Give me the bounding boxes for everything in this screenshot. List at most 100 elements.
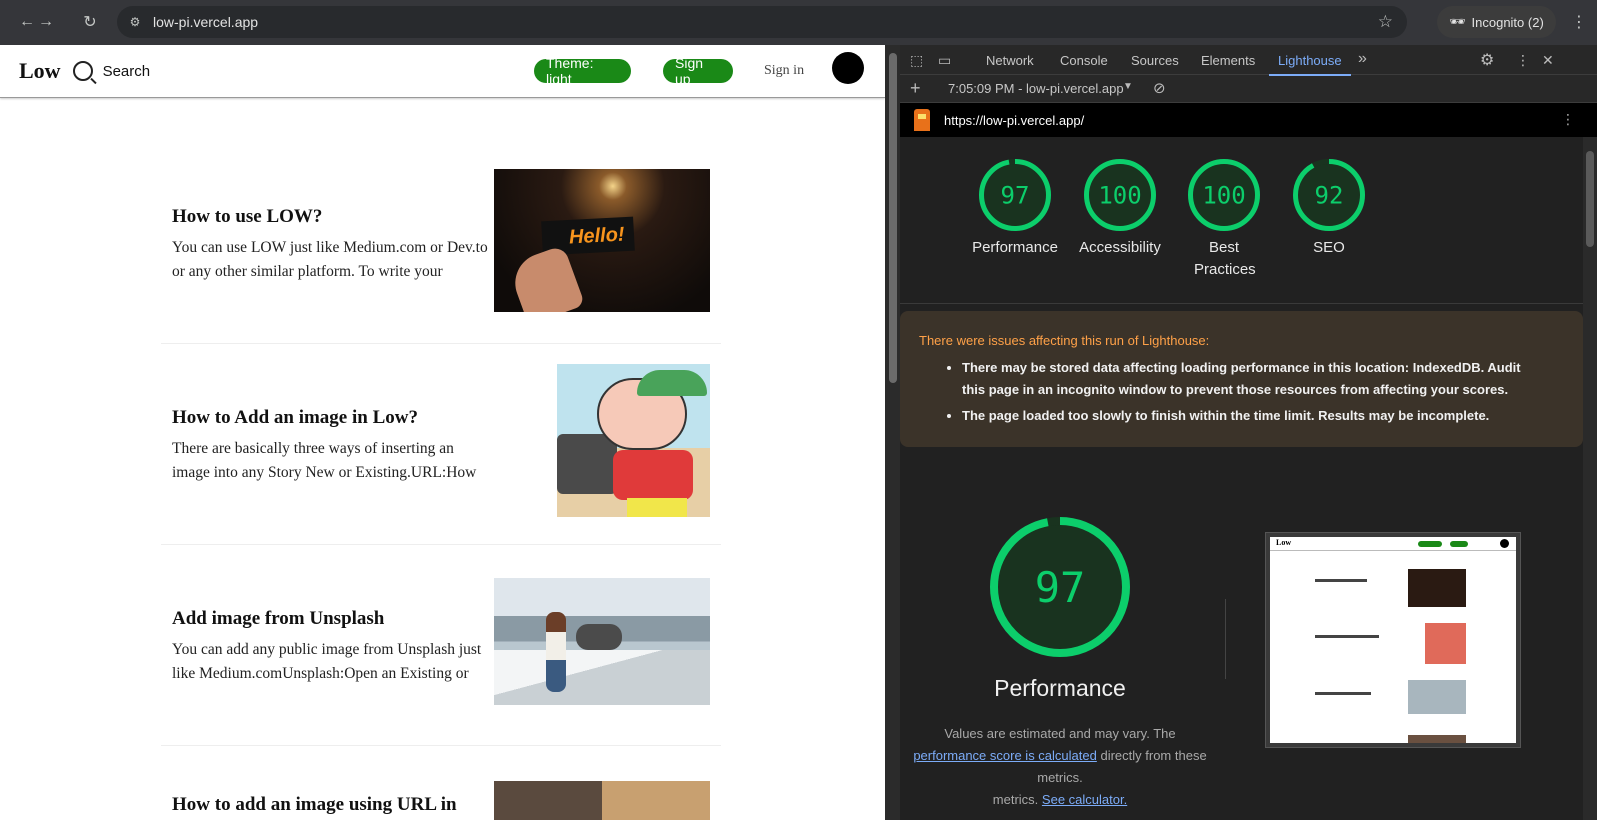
sea-wall <box>494 650 710 705</box>
preview-avatar <box>1500 539 1509 548</box>
gauge-value: 100 <box>1098 182 1141 210</box>
article-title[interactable]: How to use LOW? <box>172 206 322 228</box>
vertical-divider <box>1225 599 1226 679</box>
search-icon[interactable] <box>72 61 93 81</box>
browser-toolbar: ← → ↻ ⚙ low-pi.vercel.app ☆ 🕶 Incognito … <box>0 0 1597 45</box>
preview-logo: Low <box>1276 538 1292 547</box>
clear-icon[interactable]: ⊘ <box>1153 79 1166 97</box>
preview-item <box>1315 579 1367 582</box>
signin-link[interactable]: Sign in <box>764 63 804 79</box>
devtools-tabbar: ⬚ ▭ Network Console Sources Elements Lig… <box>900 45 1597 76</box>
preview-theme-pill <box>1418 541 1442 547</box>
article-thumbnail[interactable] <box>557 364 710 517</box>
see-calculator-link[interactable]: See calculator. <box>1042 792 1127 807</box>
article-excerpt: You can use LOW just like Medium.com or … <box>172 239 488 280</box>
address-bar[interactable]: ⚙ low-pi.vercel.app ☆ <box>117 6 1407 38</box>
performance-description: Values are estimated and may vary. The p… <box>900 723 1220 811</box>
score-gauge-ring: 92 <box>1293 159 1365 231</box>
score-gauge-label: Best Practices <box>1194 239 1256 278</box>
article-thumbnail[interactable] <box>494 781 710 820</box>
lighthouse-icon <box>914 109 930 131</box>
article-card[interactable]: How to Add an image in Low? There are ba… <box>161 344 721 545</box>
performance-gauge[interactable]: 97 <box>990 517 1130 662</box>
dropdown-icon[interactable]: ▼ <box>1123 81 1133 92</box>
lighthouse-report: 97 Performance 100 Accessibility 100 Best Pra… <box>900 137 1583 820</box>
score-gauge-label: Accessibility <box>1079 239 1161 256</box>
article-title[interactable]: How to Add an image in Low? <box>172 407 418 429</box>
add-icon[interactable]: + <box>910 78 921 99</box>
warning-item: The page loaded too slowly to finish wit… <box>962 405 1542 427</box>
signup-button[interactable]: Sign up <box>663 55 733 87</box>
article-card[interactable]: Add image from Unsplash You can add any … <box>161 545 721 746</box>
page-scrollbar[interactable] <box>885 45 900 820</box>
avatar[interactable] <box>832 52 864 84</box>
preview-page: Low <box>1270 537 1516 743</box>
score-gauge[interactable]: 100 Best Practices <box>1174 159 1274 281</box>
preview-item <box>1315 635 1379 638</box>
browser-menu-icon[interactable]: ⋮ <box>1571 12 1587 32</box>
page-scrollbar-thumb[interactable] <box>889 53 897 383</box>
bookmark-star-icon[interactable]: ☆ <box>1378 12 1393 32</box>
article-thumbnail[interactable] <box>494 578 710 705</box>
preview-header: Low <box>1270 537 1516 551</box>
page-screenshot-preview[interactable]: Low <box>1265 532 1521 748</box>
hello-sign-text: Hello! <box>568 223 626 249</box>
device-toolbar-icon[interactable]: ▭ <box>938 52 951 69</box>
score-gauge-ring: 100 <box>1084 159 1156 231</box>
hand-shape <box>506 244 586 312</box>
tab-elements[interactable]: Elements <box>1201 53 1255 68</box>
tab-sources[interactable]: Sources <box>1131 53 1179 68</box>
page-viewport: Low Search Theme: light Sign up Sign in … <box>0 45 885 820</box>
score-gauge[interactable]: 100 Accessibility <box>1070 159 1170 259</box>
person-shape <box>546 612 566 692</box>
gauge-value: 92 <box>1315 182 1344 210</box>
preview-item <box>1315 692 1371 695</box>
more-tabs-icon[interactable]: » <box>1358 50 1367 68</box>
search-label[interactable]: Search <box>103 63 151 80</box>
article-card[interactable]: How to add an image using URL in <box>161 746 721 820</box>
theme-toggle-button[interactable]: Theme: light <box>534 55 631 87</box>
article-card[interactable]: How to use LOW? You can use LOW just lik… <box>161 98 721 344</box>
forward-icon[interactable]: → <box>35 11 57 33</box>
incognito-icon: 🕶 <box>1449 14 1466 29</box>
close-icon[interactable]: ✕ <box>1542 52 1554 69</box>
preview-thumb <box>1408 680 1466 714</box>
article-thumbnail[interactable]: Hello! <box>494 169 710 312</box>
score-gauge-ring: 100 <box>1188 159 1260 231</box>
character-shorts <box>627 498 687 517</box>
incognito-badge[interactable]: 🕶 Incognito (2) <box>1437 6 1556 38</box>
site-info-icon[interactable]: ⚙ <box>125 12 145 32</box>
score-calculated-link[interactable]: performance score is calculated <box>913 748 1097 763</box>
score-gauge[interactable]: 97 Performance <box>965 159 1065 259</box>
preview-thumb <box>1425 623 1466 664</box>
tab-network[interactable]: Network <box>986 53 1034 68</box>
tab-console[interactable]: Console <box>1060 53 1108 68</box>
article-title[interactable]: How to add an image using URL in <box>172 794 457 816</box>
report-menu-icon[interactable]: ⋮ <box>1561 111 1575 128</box>
devtools-menu-icon[interactable]: ⋮ <box>1516 52 1530 69</box>
preview-thumb <box>1408 735 1466 743</box>
character-shirt <box>613 450 693 500</box>
warning-box: There were issues affecting this run of … <box>900 311 1583 447</box>
site-header: Low Search Theme: light Sign up Sign in <box>0 45 885 98</box>
article-excerpt: You can add any public image from Unspla… <box>172 641 482 682</box>
dog-shape <box>576 624 622 650</box>
settings-icon[interactable]: ⚙ <box>1480 50 1494 70</box>
article-title[interactable]: Add image from Unsplash <box>172 608 384 630</box>
divider <box>900 303 1583 304</box>
inspect-element-icon[interactable]: ⬚ <box>910 52 923 69</box>
run-selector[interactable]: 7:05:09 PM - low-pi.vercel.app <box>948 81 1124 96</box>
character-cap <box>637 370 707 396</box>
score-gauge[interactable]: 92 SEO <box>1279 159 1379 259</box>
report-url[interactable]: https://low-pi.vercel.app/ <box>944 113 1084 128</box>
preview-signup-pill <box>1450 541 1468 547</box>
camera-shape <box>557 434 617 494</box>
article-feed: How to use LOW? You can use LOW just lik… <box>161 98 721 820</box>
tab-lighthouse[interactable]: Lighthouse <box>1269 53 1351 76</box>
devtools-scrollbar[interactable] <box>1583 137 1597 820</box>
reload-icon[interactable]: ↻ <box>79 11 101 33</box>
site-logo[interactable]: Low <box>19 58 61 84</box>
devtools-scrollbar-thumb[interactable] <box>1586 151 1594 247</box>
address-url[interactable]: low-pi.vercel.app <box>153 14 258 30</box>
gauge-value: 97 <box>1001 182 1030 210</box>
